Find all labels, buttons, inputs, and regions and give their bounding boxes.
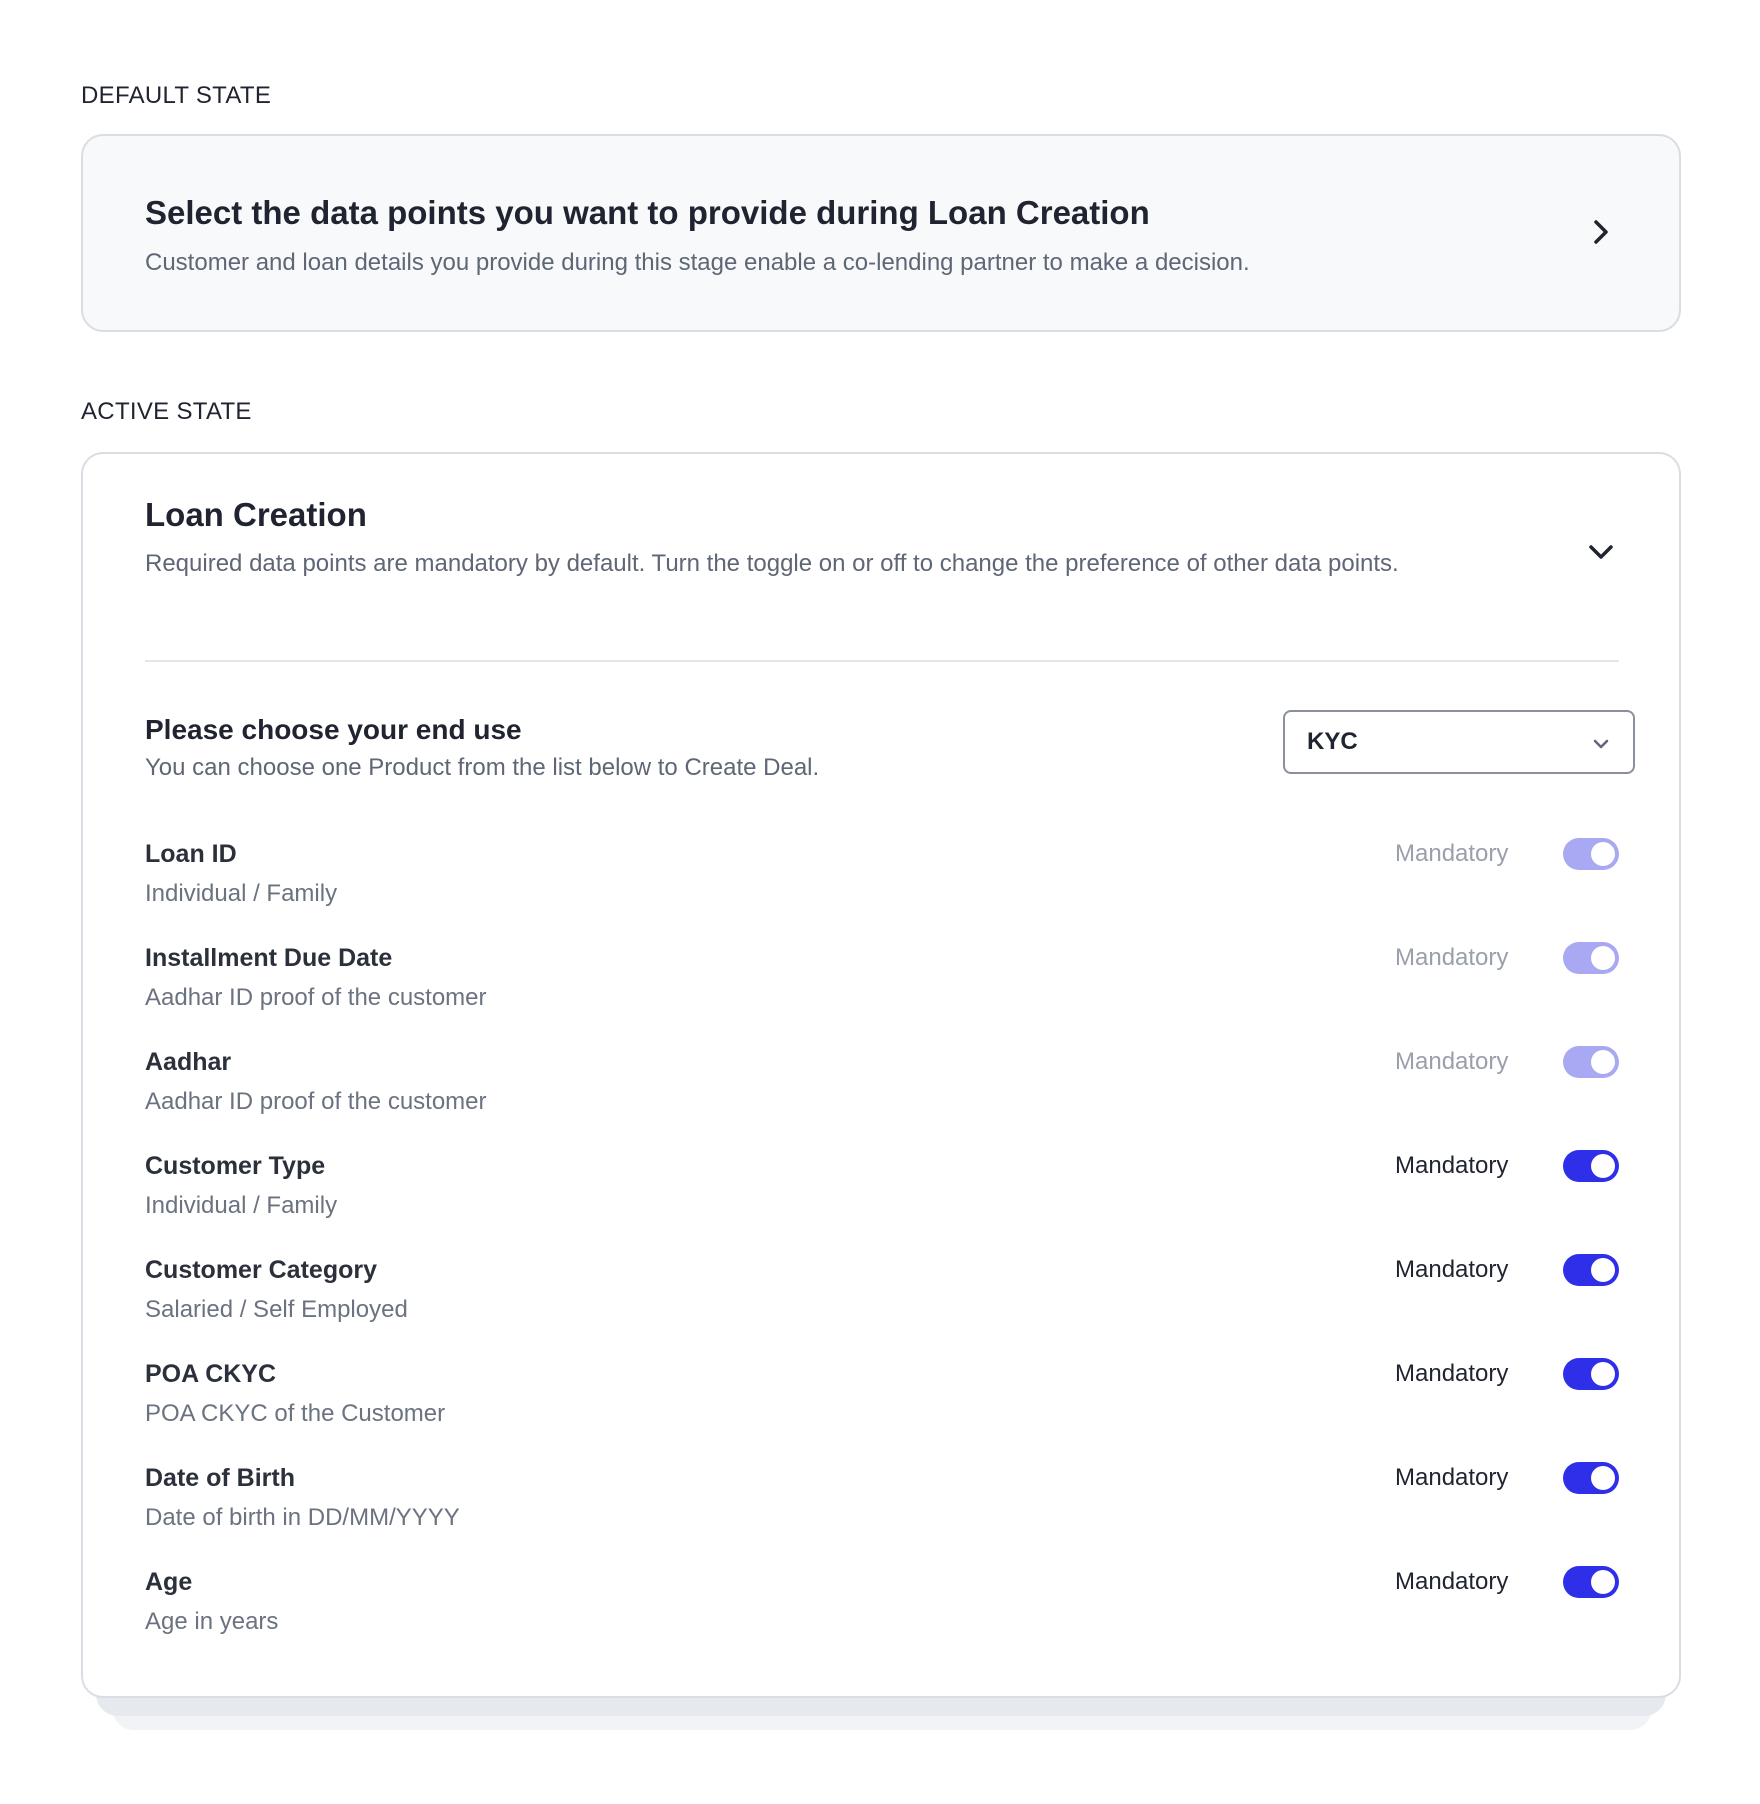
- data-point-description: Aadhar ID proof of the customer: [145, 984, 487, 1011]
- default-state-card[interactable]: Select the data points you want to provi…: [81, 134, 1681, 332]
- data-point-description: Individual / Family: [145, 880, 338, 907]
- mandatory-label: Mandatory: [1395, 1152, 1509, 1179]
- active-state-card: Loan Creation Required data points are m…: [81, 452, 1681, 1698]
- mandatory-label: Mandatory: [1395, 1464, 1509, 1491]
- mandatory-toggle: [1563, 942, 1619, 974]
- data-point-row: Aadhar Aadhar ID proof of the customer Man…: [145, 1046, 1619, 1138]
- data-point-name: Customer Type: [145, 1152, 326, 1180]
- mandatory-label: Mandatory: [1395, 1360, 1509, 1387]
- default-card-title: Select the data points you want to provi…: [145, 194, 1150, 231]
- mandatory-toggle[interactable]: [1563, 1358, 1619, 1390]
- end-use-description: You can choose one Product from the list…: [145, 754, 820, 781]
- data-point-name: Installment Due Date: [145, 944, 393, 972]
- mandatory-label: Mandatory: [1395, 1048, 1509, 1075]
- data-point-description: Salaried / Self Employed: [145, 1296, 408, 1323]
- toggle-knob: [1591, 1466, 1615, 1490]
- end-use-selected-value: KYC: [1307, 728, 1358, 755]
- data-point-row: Customer Category Salaried / Self Employe…: [145, 1254, 1619, 1346]
- toggle-knob: [1591, 1362, 1615, 1386]
- loan-creation-description: Required data points are mandatory by de…: [145, 550, 1399, 577]
- toggle-knob: [1591, 1154, 1615, 1178]
- data-point-description: Aadhar ID proof of the customer: [145, 1088, 487, 1115]
- default-card-subtitle: Customer and loan details you provide du…: [145, 249, 1250, 276]
- active-state-label: ACTIVE STATE: [81, 398, 252, 425]
- mandatory-toggle[interactable]: [1563, 1150, 1619, 1182]
- divider: [145, 660, 1619, 662]
- data-point-name: Date of Birth: [145, 1464, 295, 1492]
- end-use-select[interactable]: KYC: [1283, 710, 1635, 774]
- data-point-name: POA CKYC: [145, 1360, 277, 1388]
- mandatory-toggle[interactable]: [1563, 1254, 1619, 1286]
- mandatory-toggle: [1563, 838, 1619, 870]
- data-point-row: Installment Due Date Aadhar ID proof of t…: [145, 942, 1619, 1034]
- toggle-knob: [1591, 842, 1615, 866]
- data-point-name: Aadhar: [145, 1048, 232, 1076]
- end-use-title: Please choose your end use: [145, 714, 522, 745]
- data-point-description: Age in years: [145, 1608, 279, 1635]
- mandatory-toggle: [1563, 1046, 1619, 1078]
- data-point-row: Customer Type Individual / Family Mandator…: [145, 1150, 1619, 1242]
- data-point-name: Loan ID: [145, 840, 237, 868]
- mandatory-label: Mandatory: [1395, 1256, 1509, 1283]
- mandatory-label: Mandatory: [1395, 840, 1509, 867]
- loan-creation-title: Loan Creation: [145, 496, 367, 533]
- toggle-knob: [1591, 1050, 1615, 1074]
- default-state-label: DEFAULT STATE: [81, 82, 272, 109]
- mandatory-label: Mandatory: [1395, 944, 1509, 971]
- toggle-knob: [1591, 946, 1615, 970]
- data-point-description: POA CKYC of the Customer: [145, 1400, 446, 1427]
- chevron-down-icon[interactable]: [1583, 534, 1619, 570]
- mandatory-label: Mandatory: [1395, 1568, 1509, 1595]
- data-point-row: POA CKYC POA CKYC of the Customer Mandator…: [145, 1358, 1619, 1450]
- toggle-knob: [1591, 1570, 1615, 1594]
- data-point-row: Date of Birth Date of birth in DD/MM/YYYY…: [145, 1462, 1619, 1554]
- chevron-down-icon: [1593, 739, 1609, 749]
- data-point-row: Age Age in years Mandatory: [145, 1566, 1619, 1658]
- data-point-row: Loan ID Individual / Family Mandatory: [145, 838, 1619, 930]
- toggle-knob: [1591, 1258, 1615, 1282]
- data-point-name: Customer Category: [145, 1256, 377, 1284]
- mandatory-toggle[interactable]: [1563, 1462, 1619, 1494]
- data-point-description: Date of birth in DD/MM/YYYY: [145, 1504, 460, 1531]
- chevron-right-icon[interactable]: [1583, 214, 1619, 250]
- mandatory-toggle[interactable]: [1563, 1566, 1619, 1598]
- data-point-description: Individual / Family: [145, 1192, 338, 1219]
- data-point-name: Age: [145, 1568, 193, 1596]
